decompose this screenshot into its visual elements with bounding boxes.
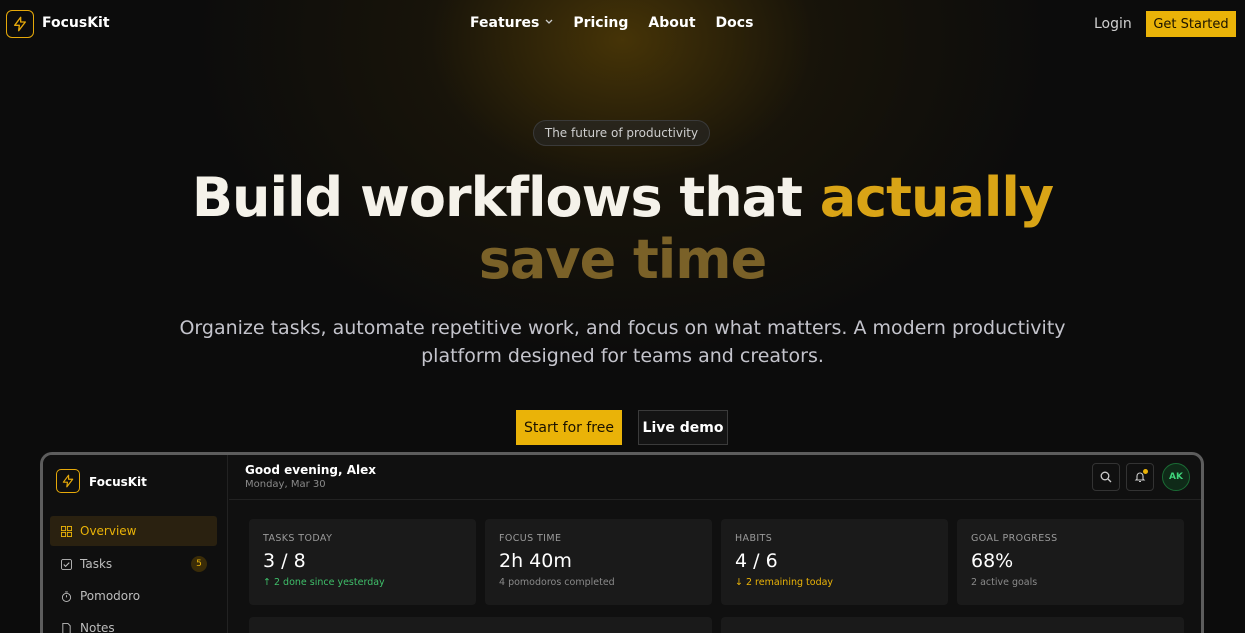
sidebar-item-label: Pomodoro [80,589,141,603]
top-nav: FocusKit Features Pricing About Docs Log… [0,0,1245,48]
nav-link-features[interactable]: Features [470,15,553,31]
avatar[interactable]: AK [1162,463,1190,491]
live-demo-button[interactable]: Live demo [638,410,728,445]
nav-link-label: Features [470,15,540,31]
brand-name[interactable]: FocusKit [42,15,110,31]
notification-dot [1143,469,1148,474]
stat-label: GOAL PROGRESS [971,533,1058,544]
stat-card-tasks[interactable]: TASKS TODAY 3 / 8 ↑ 2 done since yesterd… [249,519,476,605]
sidebar-item-notes[interactable]: Notes [50,613,217,633]
stat-value: 68% [971,550,1014,572]
dashboard-topbar: Good evening, Alex Monday, Mar 30 AK [229,455,1201,500]
start-for-free-button[interactable]: Start for free [516,410,622,445]
hero-title-white: Build workflows that [191,166,820,229]
hero-tagline-pill: The future of productivity [533,120,710,146]
sidebar-item-label: Tasks [80,557,113,571]
check-square-icon [60,558,72,570]
dashboard-panel-left [249,617,712,633]
lightning-logo-icon[interactable] [6,10,34,38]
nav-link-about[interactable]: About [648,15,695,31]
nav-link-docs[interactable]: Docs [716,15,754,31]
stat-note: ↑ 2 done since yesterday [263,577,385,588]
hero-subtitle-line2: platform designed for teams and creators… [421,345,824,367]
hero-title-line2: save time [478,228,767,291]
stat-card-goals[interactable]: GOAL PROGRESS 68% 2 active goals [957,519,1184,605]
login-link[interactable]: Login [1094,16,1132,32]
dashboard-panel-right [721,617,1184,633]
file-icon [60,622,72,633]
sidebar-item-label: Overview [80,524,137,538]
stat-value: 4 / 6 [735,550,778,572]
nav-links: Features Pricing About Docs [470,15,753,31]
lightning-logo-icon [56,469,80,493]
tasks-count-badge: 5 [191,556,207,572]
hero-title-gold-1: actually [819,166,1054,229]
grid-icon [60,525,72,537]
stat-note: ↓ 2 remaining today [735,577,834,588]
sidebar-item-pomodoro[interactable]: Pomodoro [50,581,217,611]
stat-note: 4 pomodoros completed [499,577,615,588]
get-started-button[interactable]: Get Started [1146,11,1236,37]
dashboard-sidebar: FocusKit Overview Tasks 5 Pomodoro Notes [43,455,228,633]
nav-link-pricing[interactable]: Pricing [573,15,628,31]
stat-label: TASKS TODAY [263,533,333,544]
hero-subtitle-line1: Organize tasks, automate repetitive work… [179,317,1066,339]
hero-subtitle: Organize tasks, automate repetitive work… [0,314,1245,370]
search-button[interactable] [1092,463,1120,491]
current-date: Monday, Mar 30 [245,479,326,490]
stat-card-focus[interactable]: FOCUS TIME 2h 40m 4 pomodoros completed [485,519,712,605]
stat-value: 3 / 8 [263,550,306,572]
stat-label: HABITS [735,533,773,544]
greeting: Good evening, Alex [245,463,377,477]
timer-icon [60,590,72,602]
sidebar-item-label: Notes [80,621,115,633]
notifications-button[interactable] [1126,463,1154,491]
dashboard-preview: FocusKit Overview Tasks 5 Pomodoro Notes [40,452,1204,633]
stat-value: 2h 40m [499,550,572,572]
hero-title-line1: Build workflows that actually [0,166,1245,229]
stat-card-habits[interactable]: HABITS 4 / 6 ↓ 2 remaining today [721,519,948,605]
sidebar-item-overview[interactable]: Overview [50,516,217,546]
sidebar-item-tasks[interactable]: Tasks 5 [50,549,217,579]
stat-note: 2 active goals [971,577,1038,588]
stat-label: FOCUS TIME [499,533,562,544]
search-icon [1100,468,1112,487]
dashboard-brand: FocusKit [89,475,147,489]
chevron-down-icon [545,18,553,28]
